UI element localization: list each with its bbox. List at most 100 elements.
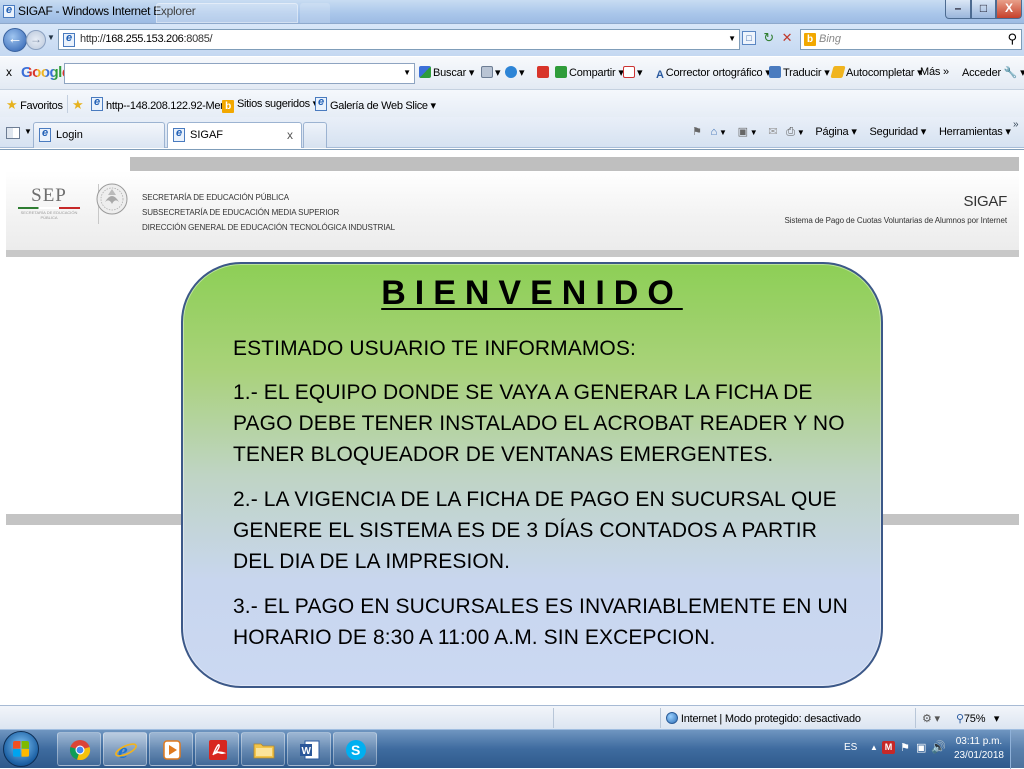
taskbar-explorer[interactable] (241, 732, 285, 766)
share-icon (555, 66, 567, 78)
window-title-bar[interactable]: SIGAF - Windows Internet Explorer – □ X (0, 0, 1024, 24)
bing-icon: b (222, 100, 234, 113)
notice-item-3: 3.- EL PAGO EN SUCURSALES ES INVARIABLEM… (233, 595, 848, 649)
acrobat-icon (209, 740, 227, 760)
show-hidden-icons[interactable]: ▲ (870, 743, 878, 752)
mas-button[interactable]: Más » (920, 66, 949, 78)
traducir-button[interactable]: Traducir ▾ (769, 66, 830, 79)
welcome-intro: ESTIMADO USUARIO TE INFORMAMOS: (233, 337, 636, 360)
clock[interactable]: 03:11 p.m. 23/01/2018 (954, 735, 1004, 763)
tab-sigaf[interactable]: SIGAF x (167, 122, 302, 148)
status-bar: Internet | Modo protegido: desactivado ⚙… (0, 705, 1024, 729)
sep-logo-flag-bar (18, 207, 80, 209)
background-window-thumbnail-2 (300, 3, 330, 23)
google-search-icon (419, 66, 431, 78)
autocompletar-button[interactable]: Autocompletar ▾ (830, 66, 923, 79)
sep-logo-text: SEP (31, 185, 67, 206)
svg-text:W: W (302, 746, 312, 757)
add-favorite-button[interactable]: ★ (72, 97, 84, 113)
toolbar-close-icon[interactable]: x (6, 65, 12, 79)
maximize-button[interactable]: □ (971, 0, 996, 19)
refresh-icon[interactable]: ↻ (763, 30, 774, 46)
search-input[interactable]: b Bing ⚲ (800, 29, 1022, 50)
tab-login[interactable]: Login (33, 122, 165, 148)
taskbar-word[interactable]: W (287, 732, 331, 766)
seguridad-menu[interactable]: Seguridad ▾ (870, 126, 927, 138)
volume-icon[interactable]: 🔊 (931, 740, 946, 754)
sitios-sugeridos-button[interactable]: b Sitios sugeridos ▾ (222, 97, 318, 113)
herramientas-menu[interactable]: Herramientas ▾ (939, 126, 1011, 138)
header-top-bar (130, 157, 1019, 171)
toolbar-options-button[interactable]: ▾ (481, 66, 501, 79)
search-icon[interactable]: ⚲ (1007, 31, 1017, 47)
security-zone[interactable]: Internet | Modo protegido: desactivado (666, 712, 861, 725)
close-button[interactable]: X (996, 0, 1022, 19)
favorite-link-1[interactable]: http--148.208.122.92-Men... (91, 96, 235, 112)
print-icon[interactable]: ⎙ (786, 126, 795, 138)
google-logo-text: Google (21, 64, 70, 81)
google-search-dropdown-icon[interactable]: ▼ (403, 68, 411, 77)
home-icon[interactable]: ⌂ (711, 126, 718, 138)
google-search-input[interactable]: ▼ (64, 63, 415, 84)
antivirus-icon[interactable]: M (882, 741, 895, 754)
media-player-icon (163, 740, 181, 760)
flag-icon[interactable]: ⚑ (900, 741, 910, 754)
ie-page-icon (39, 127, 51, 142)
sep-logo-caption: SECRETARÍA DE EDUCACIÓN PÚBLICA (20, 210, 78, 220)
compatibility-view-icon[interactable]: □ (742, 31, 756, 45)
more-commands-icon[interactable]: » (1013, 119, 1019, 130)
stop-icon[interactable]: ✕ (782, 30, 793, 46)
corrector-button[interactable]: A Corrector ortográfico ▾ (656, 66, 771, 81)
ie-page-icon (91, 96, 103, 111)
rss-icon[interactable]: ▣ (738, 126, 748, 138)
command-bar: ⚑ ⌂ ▼ ▣ ▼ ✉ ⎙ ▼ Página ▾ Seguridad ▾ Herram… (692, 126, 1011, 138)
mail-icon[interactable]: ✉ (768, 126, 777, 138)
popup-blocker-button[interactable]: ▾ (623, 66, 643, 79)
toolbar-plus-button[interactable]: ▾ (505, 66, 525, 79)
status-separator (660, 708, 661, 728)
taskbar-acrobat[interactable] (195, 732, 239, 766)
network-icon[interactable]: ▣ (916, 741, 926, 754)
quick-tabs-icon[interactable] (6, 127, 20, 139)
taskbar-chrome[interactable] (57, 732, 101, 766)
chrome-icon (69, 740, 91, 760)
start-button[interactable] (3, 731, 39, 767)
minimize-button[interactable]: – (945, 0, 971, 19)
zoom-control[interactable]: ⚲75% ▾ (956, 712, 999, 725)
tab-list-dropdown-icon[interactable]: ▼ (24, 127, 32, 136)
folder-icon (253, 743, 275, 759)
gplus-button[interactable] (537, 66, 551, 79)
new-tab-button[interactable] (303, 122, 327, 148)
pagina-menu[interactable]: Página ▾ (815, 126, 856, 138)
language-indicator[interactable]: ES (844, 742, 857, 753)
address-text: http://168.255.153.206:8085/ (80, 33, 213, 45)
taskbar-internet-explorer[interactable]: e (103, 732, 147, 766)
address-dropdown-icon[interactable]: ▼ (728, 34, 736, 43)
header-bottom-bar (6, 250, 1019, 257)
address-input[interactable]: http://168.255.153.206:8085/ ▼ (58, 29, 740, 50)
favorites-button[interactable]: ★ Favoritos (6, 97, 63, 113)
history-dropdown-icon[interactable]: ▼ (47, 33, 55, 42)
gplus-icon (537, 66, 549, 78)
dept-line-1: SECRETARÍA DE EDUCACIÓN PÚBLICA (142, 193, 290, 202)
acceder-button[interactable]: Acceder 🔧 ▾ (962, 66, 1024, 79)
welcome-title: BIENVENIDO (381, 274, 683, 312)
feeds-icon[interactable]: ⚑ (692, 126, 702, 138)
welcome-panel: BIENVENIDO ESTIMADO USUARIO TE INFORMAMO… (181, 262, 883, 688)
taskbar-media-player[interactable] (149, 732, 193, 766)
tab-close-icon[interactable]: x (287, 128, 293, 142)
web-slice-button[interactable]: Galería de Web Slice ▾ (315, 96, 436, 112)
back-button[interactable]: ← (3, 28, 27, 52)
protected-mode-icon[interactable]: ⚙ ▾ (922, 712, 940, 725)
search-placeholder: Bing (819, 33, 842, 45)
forward-button[interactable]: → (26, 30, 46, 50)
favorites-bar: ★ Favoritos ★ http--148.208.122.92-Men..… (0, 90, 1024, 117)
taskbar: e W S ES ▲ M ⚑ ▣ 🔊 03:11 p.m. 23/01/2018 (0, 729, 1024, 769)
status-separator (915, 708, 916, 728)
compartir-button[interactable]: Compartir ▾ (555, 66, 624, 79)
buscar-button[interactable]: Buscar ▾ (419, 66, 474, 79)
app-subtitle: Sistema de Pago de Cuotas Voluntarias de… (784, 216, 1008, 225)
taskbar-skype[interactable]: S (333, 732, 377, 766)
show-desktop-button[interactable] (1010, 730, 1024, 769)
spellcheck-icon: A (656, 69, 664, 81)
